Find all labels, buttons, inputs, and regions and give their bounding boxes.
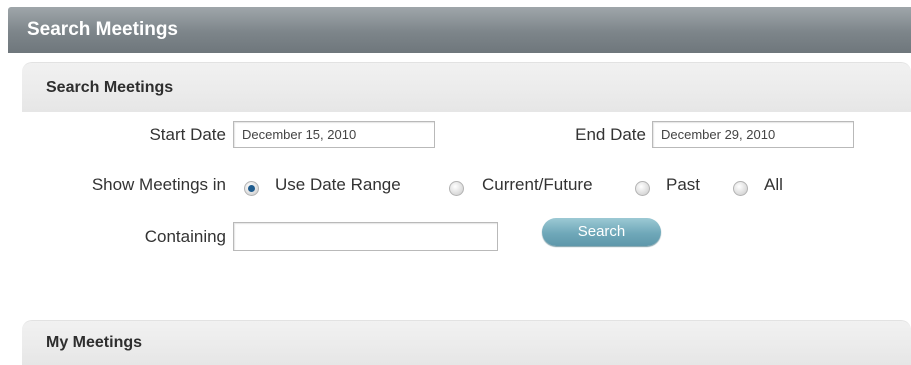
containing-label: Containing	[144, 227, 226, 246]
page-title: Search Meetings	[27, 19, 178, 40]
radio-label-all: All	[764, 175, 783, 194]
radio-use-date-range[interactable]	[244, 181, 259, 196]
radio-label-past: Past	[666, 175, 701, 194]
search-meetings-panel-header: Search Meetings	[22, 62, 911, 112]
show-meetings-label: Show Meetings in	[91, 175, 226, 194]
search-button[interactable]: Search	[542, 218, 661, 246]
my-meetings-panel-title: My Meetings	[46, 334, 143, 351]
containing-input[interactable]	[233, 222, 498, 251]
radio-label-use-date-range: Use Date Range	[275, 175, 401, 194]
end-date-label: End Date	[575, 125, 646, 144]
end-date-field[interactable]: December 29, 2010	[652, 121, 854, 148]
start-date-label: Start Date	[149, 125, 226, 144]
page-title-bar: Search Meetings	[8, 7, 911, 53]
my-meetings-panel-header[interactable]: My Meetings	[22, 320, 911, 365]
radio-label-current-future: Current/Future	[482, 175, 593, 194]
start-date-field[interactable]: December 15, 2010	[233, 121, 435, 148]
radio-current-future[interactable]	[449, 181, 464, 196]
radio-all[interactable]	[733, 181, 748, 196]
radio-past[interactable]	[635, 181, 650, 196]
search-meetings-panel-title: Search Meetings	[46, 78, 174, 96]
